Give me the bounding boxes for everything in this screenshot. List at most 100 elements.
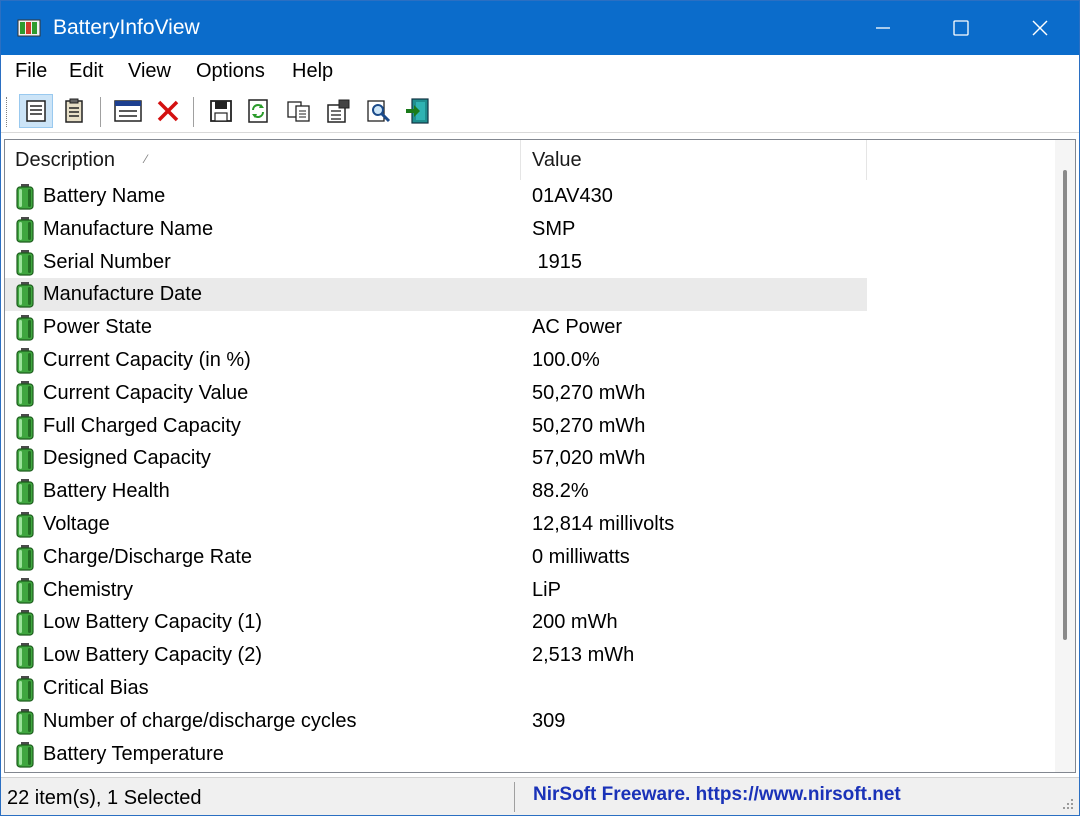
find-button[interactable]: [362, 94, 396, 128]
menu-file[interactable]: File: [15, 60, 47, 83]
toolbar-separator: [100, 97, 101, 127]
battery-icon: [15, 282, 35, 308]
row-value: 50,270 mWh: [532, 381, 646, 404]
table-row[interactable]: Charge/Discharge Rate 0 milliwatts: [5, 541, 867, 574]
menu-help[interactable]: Help: [292, 60, 333, 83]
vertical-scrollbar[interactable]: [1055, 140, 1075, 772]
app-battery-icon: [17, 19, 41, 37]
battery-icon: [15, 380, 35, 407]
battery-icon: [15, 643, 35, 669]
battery-icon: [15, 479, 35, 505]
toolbar-grip[interactable]: [6, 97, 8, 127]
status-bar: 22 item(s), 1 Selected NirSoft Freeware.…: [1, 777, 1079, 815]
properties-button[interactable]: [322, 94, 356, 128]
battery-icon: [15, 544, 35, 571]
row-description: Serial Number: [43, 250, 171, 273]
battery-icon: [15, 577, 35, 604]
column-header-value[interactable]: Value: [521, 140, 867, 180]
row-value: AC Power: [532, 316, 623, 339]
row-value: SMP: [532, 217, 576, 240]
copy-button[interactable]: [282, 94, 316, 128]
table-row[interactable]: Current Capacity (in %) 100.0%: [5, 344, 867, 377]
row-description: Low Battery Capacity (2): [43, 644, 262, 667]
column-header-description-label: Description: [15, 149, 116, 171]
table-row[interactable]: Low Battery Capacity (2) 2,513 mWh: [5, 639, 867, 672]
table-row[interactable]: Serial Number 1915: [5, 246, 867, 279]
battery-icon: [15, 511, 35, 538]
table-row[interactable]: Chemistry LiP: [5, 574, 867, 607]
table-row[interactable]: Full Charged Capacity 50,270 mWh: [5, 410, 867, 443]
exit-button[interactable]: [401, 94, 435, 128]
table-row[interactable]: Battery Temperature: [5, 738, 867, 771]
list-rows: Battery Name 01AV430 Manufacture Name SMP Se…: [5, 180, 1055, 770]
battery-log-mode-icon: [65, 98, 83, 123]
table-row[interactable]: Voltage 12,814 millivolts: [5, 508, 867, 541]
scrollbar-thumb[interactable]: [1063, 170, 1067, 640]
nirsoft-link[interactable]: NirSoft Freeware. https://www.nirsoft.ne…: [533, 784, 901, 806]
delete-button[interactable]: [151, 94, 185, 128]
row-description: Current Capacity (in %): [43, 348, 251, 371]
battery-icon: [15, 216, 35, 243]
battery-icon: [15, 446, 35, 472]
find-icon: [367, 100, 391, 123]
save-button[interactable]: [204, 94, 238, 128]
row-description: Battery Health: [43, 480, 170, 503]
minimize-icon: [876, 27, 890, 29]
html-report-button[interactable]: [111, 94, 145, 128]
table-row[interactable]: Low Battery Capacity (1) 200 mWh: [5, 606, 867, 639]
menu-view[interactable]: View: [128, 60, 171, 83]
battery-icon: [15, 315, 35, 341]
row-value: 01AV430: [532, 185, 613, 207]
table-row[interactable]: Number of charge/discharge cycles 309: [5, 705, 867, 738]
row-value: 50,270 mWh: [532, 414, 646, 437]
column-header-value-label: Value: [532, 149, 582, 171]
row-description: Battery Name: [43, 185, 166, 207]
battery-log-mode-button[interactable]: [57, 94, 91, 128]
row-description: Battery Temperature: [43, 742, 224, 765]
maximize-button[interactable]: [922, 1, 1000, 55]
app-window: BatteryInfoView File Edit View Options H…: [0, 0, 1080, 816]
delete-icon: [157, 100, 179, 122]
table-row[interactable]: Current Capacity Value 50,270 mWh: [5, 377, 867, 410]
row-value: 200 mWh: [532, 611, 618, 634]
table-row[interactable]: Power State AC Power: [5, 311, 867, 344]
row-description: Current Capacity Value: [43, 381, 249, 404]
table-row[interactable]: Manufacture Date: [5, 278, 867, 312]
table-row[interactable]: Critical Bias: [5, 672, 867, 705]
row-description: Voltage: [43, 512, 110, 535]
row-description: Power State: [43, 316, 152, 339]
row-description: Full Charged Capacity: [43, 414, 241, 437]
battery-info-list[interactable]: Description ⁄ Value Battery Name 01AV430 M…: [4, 139, 1076, 773]
window-title: BatteryInfoView: [53, 16, 200, 39]
row-value: 12,814 millivolts: [532, 512, 675, 535]
row-description: Manufacture Date: [43, 283, 202, 306]
sort-ascending-icon: ⁄: [145, 152, 148, 166]
refresh-button[interactable]: [241, 94, 275, 128]
menu-edit[interactable]: Edit: [69, 60, 103, 83]
row-value: 88.2%: [532, 480, 589, 503]
battery-icon: [15, 413, 35, 440]
close-icon: [1032, 20, 1048, 36]
maximize-icon: [953, 20, 969, 36]
table-row[interactable]: Battery Name 01AV430: [5, 180, 867, 213]
menu-options[interactable]: Options: [196, 60, 265, 83]
toolbar-separator: [193, 97, 194, 127]
row-value: 2,513 mWh: [532, 644, 635, 667]
close-button[interactable]: [1001, 1, 1079, 55]
row-description: Charge/Discharge Rate: [43, 545, 252, 568]
row-description: Designed Capacity: [43, 447, 211, 470]
row-value: LiP: [532, 578, 561, 601]
row-description: Low Battery Capacity (1): [43, 611, 262, 634]
column-header-description[interactable]: Description ⁄: [5, 140, 521, 180]
menu-bar: File Edit View Options Help: [1, 55, 1079, 89]
table-row[interactable]: Manufacture Name SMP: [5, 213, 867, 246]
table-row[interactable]: Battery Health 88.2%: [5, 475, 867, 508]
row-value: 309: [532, 709, 566, 732]
table-row[interactable]: Designed Capacity 57,020 mWh: [5, 442, 867, 475]
battery-info-mode-button[interactable]: [19, 94, 53, 128]
minimize-button[interactable]: [844, 1, 922, 55]
status-item-count: 22 item(s), 1 Selected: [5, 782, 515, 812]
resize-grip-icon[interactable]: [1059, 795, 1075, 811]
title-bar[interactable]: BatteryInfoView: [1, 1, 1079, 55]
save-icon: [210, 100, 232, 122]
